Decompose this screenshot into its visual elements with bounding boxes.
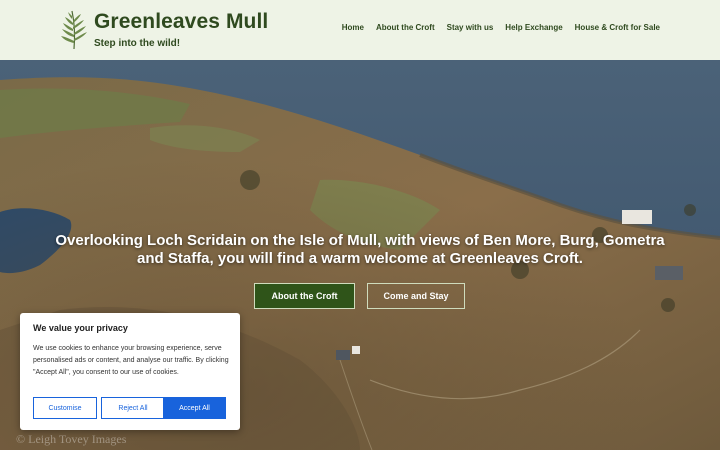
customise-button[interactable]: Customise [33, 397, 97, 419]
photo-watermark: © Leigh Tovey Images [16, 432, 127, 446]
nav-help-exchange[interactable]: Help Exchange [505, 23, 562, 32]
come-and-stay-button[interactable]: Come and Stay [367, 283, 465, 309]
nav-about-the-croft[interactable]: About the Croft [376, 23, 435, 32]
site-title[interactable]: Greenleaves Mull [94, 10, 268, 34]
hero-headline: Overlooking Loch Scridain on the Isle of… [55, 232, 665, 267]
accept-all-button[interactable]: Accept All [163, 397, 226, 419]
site-header: Greenleaves Mull Step into the wild! Hom… [0, 0, 720, 60]
fern-leaf-icon[interactable] [60, 9, 88, 51]
about-the-croft-button[interactable]: About the Croft [254, 283, 355, 309]
reject-all-button[interactable]: Reject All [101, 397, 165, 419]
nav-home[interactable]: Home [342, 23, 364, 32]
main-nav: Home About the Croft Stay with us Help E… [342, 23, 660, 32]
cookie-title: We value your privacy [33, 323, 128, 333]
nav-stay-with-us[interactable]: Stay with us [447, 23, 494, 32]
cookie-description: We use cookies to enhance your browsing … [33, 345, 229, 376]
nav-house-croft-for-sale[interactable]: House & Croft for Sale [575, 23, 660, 32]
cookie-consent-panel: We value your privacy We use cookies to … [20, 313, 240, 430]
site-tagline: Step into the wild! [94, 38, 181, 49]
